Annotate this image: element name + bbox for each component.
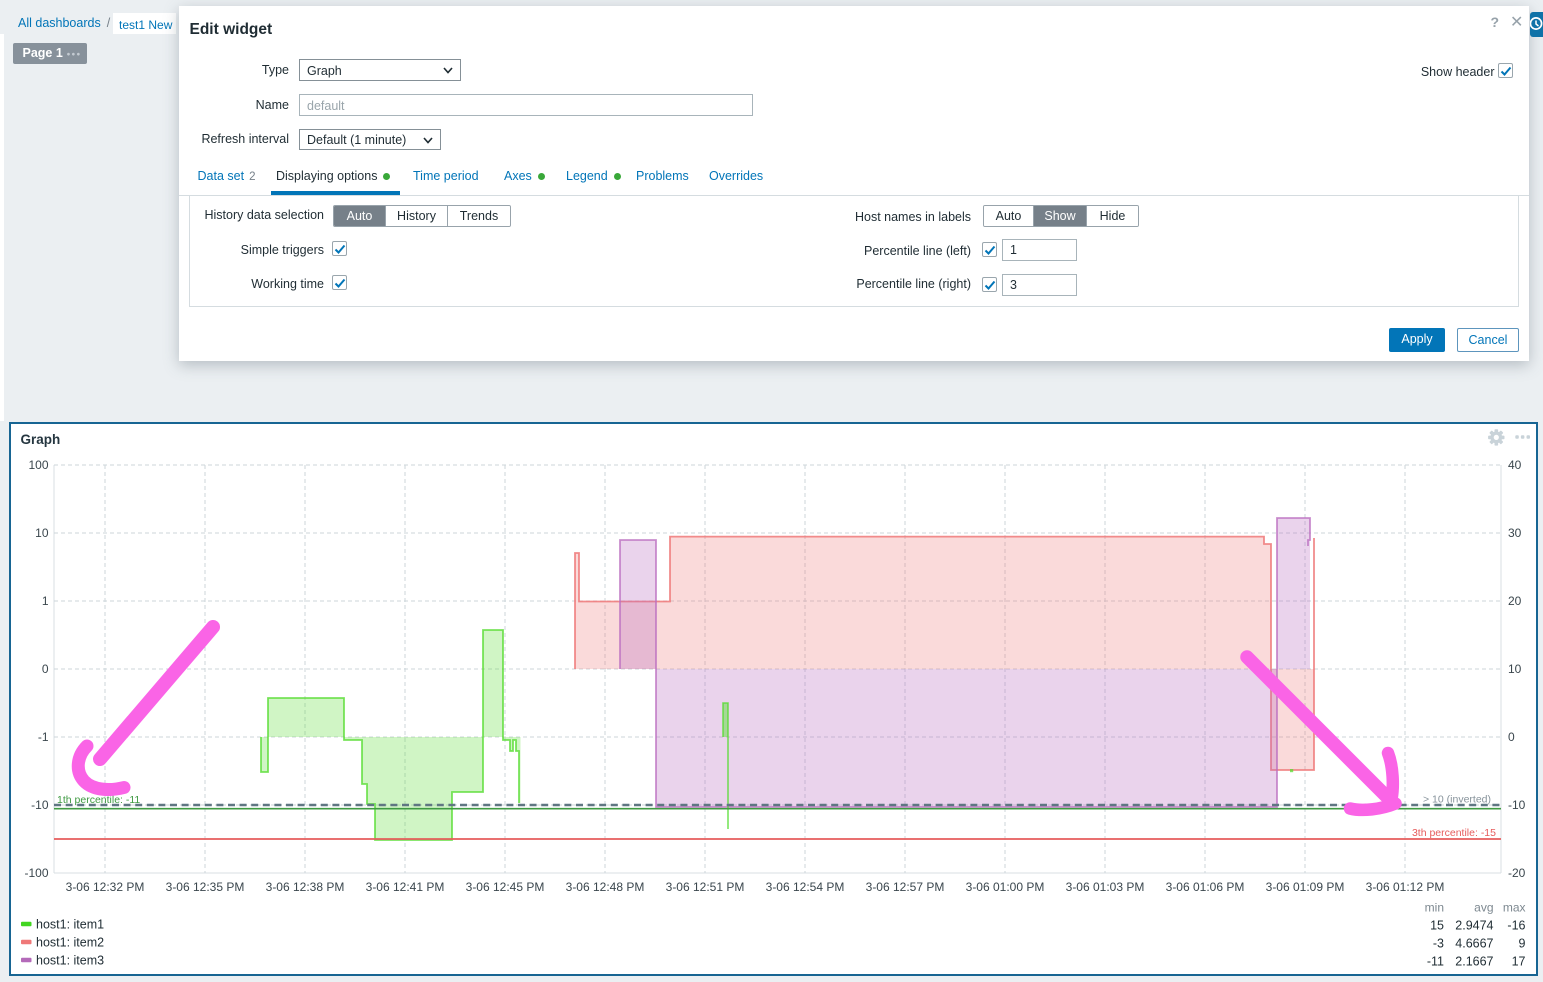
svg-text:4.6667: 4.6667 — [1455, 937, 1493, 951]
svg-text:max: max — [1503, 901, 1526, 915]
svg-text:-100: -100 — [24, 866, 48, 880]
svg-text:2.1667: 2.1667 — [1455, 955, 1493, 969]
svg-text:3-06 12:48 PM: 3-06 12:48 PM — [566, 880, 645, 894]
svg-text:> 10 (inverted): > 10 (inverted) — [1423, 794, 1491, 806]
svg-text:3-06 01:06 PM: 3-06 01:06 PM — [1166, 880, 1245, 894]
svg-text:10: 10 — [35, 526, 49, 540]
svg-text:1: 1 — [42, 594, 49, 608]
svg-text:3-06 01:03 PM: 3-06 01:03 PM — [1066, 880, 1145, 894]
svg-text:avg: avg — [1474, 901, 1493, 915]
svg-text:-16: -16 — [1507, 919, 1525, 933]
svg-text:15: 15 — [1430, 919, 1444, 933]
svg-text:host1: item2: host1: item2 — [36, 936, 104, 950]
svg-text:3-06 12:35 PM: 3-06 12:35 PM — [166, 880, 245, 894]
svg-text:-11: -11 — [1427, 955, 1444, 969]
svg-text:-1: -1 — [38, 730, 49, 744]
svg-text:3-06 12:51 PM: 3-06 12:51 PM — [666, 880, 745, 894]
svg-text:3-06 01:12 PM: 3-06 01:12 PM — [1366, 880, 1445, 894]
svg-text:3-06 12:57 PM: 3-06 12:57 PM — [866, 880, 945, 894]
svg-text:host1: item3: host1: item3 — [36, 954, 104, 968]
svg-text:-3: -3 — [1433, 937, 1444, 951]
svg-text:-10: -10 — [31, 798, 49, 812]
svg-text:40: 40 — [1508, 458, 1522, 472]
svg-text:3-06 12:38 PM: 3-06 12:38 PM — [266, 880, 345, 894]
svg-text:3th percentile: -15: 3th percentile: -15 — [1412, 827, 1496, 839]
svg-text:3-06 12:54 PM: 3-06 12:54 PM — [766, 880, 845, 894]
svg-text:1th percentile: -11: 1th percentile: -11 — [57, 794, 140, 806]
svg-text:-20: -20 — [1508, 866, 1526, 880]
svg-text:0: 0 — [1508, 730, 1515, 744]
svg-text:17: 17 — [1512, 955, 1526, 969]
svg-text:-10: -10 — [1508, 798, 1526, 812]
svg-text:100: 100 — [28, 458, 48, 472]
svg-text:3-06 01:09 PM: 3-06 01:09 PM — [1266, 880, 1345, 894]
svg-text:20: 20 — [1508, 594, 1522, 608]
svg-text:9: 9 — [1519, 937, 1526, 951]
svg-text:host1: item1: host1: item1 — [36, 918, 104, 932]
svg-text:3-06 12:41 PM: 3-06 12:41 PM — [366, 880, 445, 894]
svg-text:30: 30 — [1508, 526, 1522, 540]
svg-text:min: min — [1425, 901, 1444, 915]
svg-text:2.9474: 2.9474 — [1455, 919, 1493, 933]
svg-text:0: 0 — [42, 662, 49, 676]
svg-text:3-06 12:32 PM: 3-06 12:32 PM — [66, 880, 145, 894]
svg-text:3-06 12:45 PM: 3-06 12:45 PM — [466, 880, 545, 894]
svg-text:3-06 01:00 PM: 3-06 01:00 PM — [966, 880, 1045, 894]
svg-text:10: 10 — [1508, 662, 1522, 676]
